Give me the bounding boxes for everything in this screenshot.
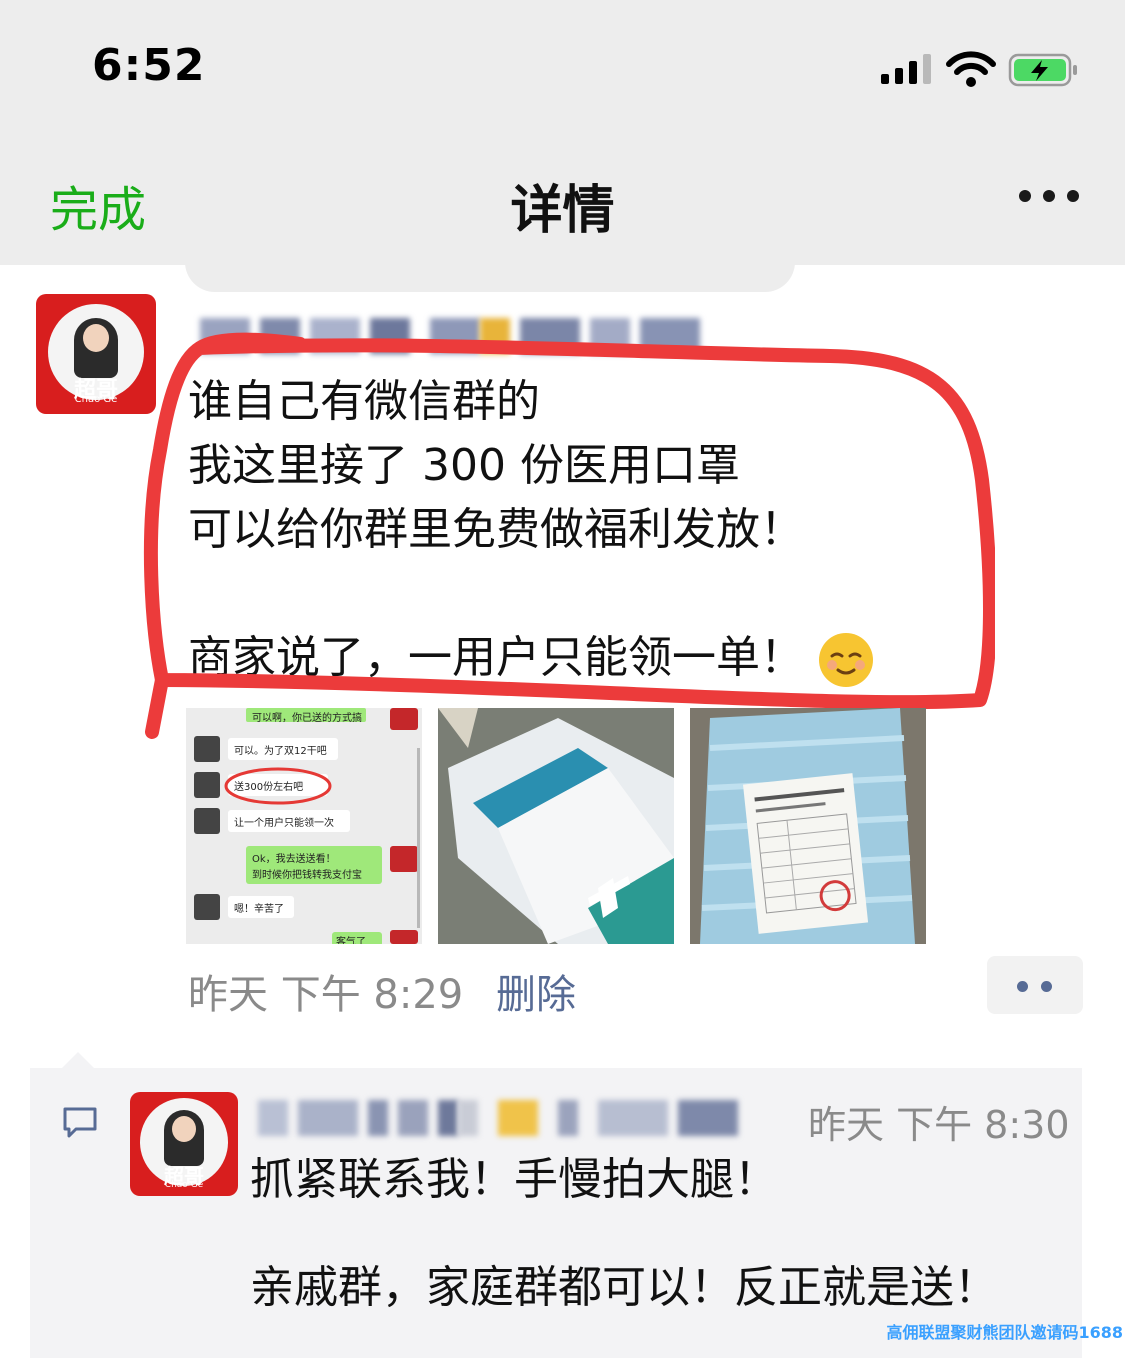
status-time: 6:52 xyxy=(92,40,206,91)
avatar-sub: Chao Ge xyxy=(164,1180,204,1190)
comment-author-name-blurred[interactable] xyxy=(258,1100,748,1136)
avatar-sub: Chao Ge xyxy=(74,394,118,405)
dot-icon xyxy=(1041,981,1052,992)
chat-bubble-text: 可以。为了双12干吧 xyxy=(234,746,327,757)
chat-bubble-text: 让一个用户只能领一次 xyxy=(234,818,334,829)
watermark-text: 高佣联盟聚财熊团队邀请码1688 xyxy=(886,1323,1123,1342)
dot-icon xyxy=(1017,981,1028,992)
comment-timestamp: 昨天 下午 8:30 xyxy=(808,1103,1070,1147)
red-highlight-annotation xyxy=(143,332,995,739)
comment-bubble-icon xyxy=(63,1107,97,1138)
comment-line: 亲戚群，家庭群都可以！反正就是送！ xyxy=(250,1262,998,1313)
comment-text: 抓紧联系我！手慢拍大腿！ 亲戚群，家庭群都可以！反正就是送！ xyxy=(250,1148,998,1320)
chat-bubble-text: 嗯！辛苦了 xyxy=(234,904,284,915)
top-bar: 6:52 完成 详情 xyxy=(0,0,1125,265)
cellular-signal-icon xyxy=(881,54,931,84)
chat-bubble-text: 客气了 xyxy=(336,937,366,944)
chat-bubble-text: 送300份左右吧 xyxy=(234,782,304,793)
more-options-button[interactable] xyxy=(1017,186,1081,210)
comment-author-avatar[interactable]: 超哥 Chao Ge xyxy=(130,1092,238,1196)
like-comment-menu-button[interactable] xyxy=(987,956,1083,1014)
chat-bubble-text: Ok，我去送送看！ xyxy=(252,854,336,865)
post-image-mask-package[interactable] xyxy=(438,708,674,944)
post-timestamp: 昨天 下午 8:29 xyxy=(188,972,464,1018)
post-author-avatar[interactable]: 超哥 Chao Ge xyxy=(36,294,156,414)
post-image-mask-certificate[interactable] xyxy=(690,708,926,944)
chat-bubble-text: 到时候你把钱转我支付宝 xyxy=(252,870,362,881)
page-title: 详情 xyxy=(510,181,615,241)
dot-icon xyxy=(1019,190,1031,202)
battery-charging-icon xyxy=(1008,53,1077,87)
refresh-indicator xyxy=(185,262,795,292)
delete-link[interactable]: 删除 xyxy=(496,962,576,1020)
wifi-icon xyxy=(946,51,996,87)
chat-bubble-text: 可以啊，你已送的方式搞 xyxy=(252,713,362,724)
status-icons xyxy=(881,51,1077,87)
dot-icon xyxy=(1067,190,1079,202)
post-image-chat-screenshot[interactable]: 可以啊，你已送的方式搞 可以。为了双12干吧 送300份左右吧 让一个用户只能领… xyxy=(186,708,422,944)
dot-icon xyxy=(1043,190,1055,202)
comment-line: 抓紧联系我！手慢拍大腿！ xyxy=(250,1154,778,1205)
